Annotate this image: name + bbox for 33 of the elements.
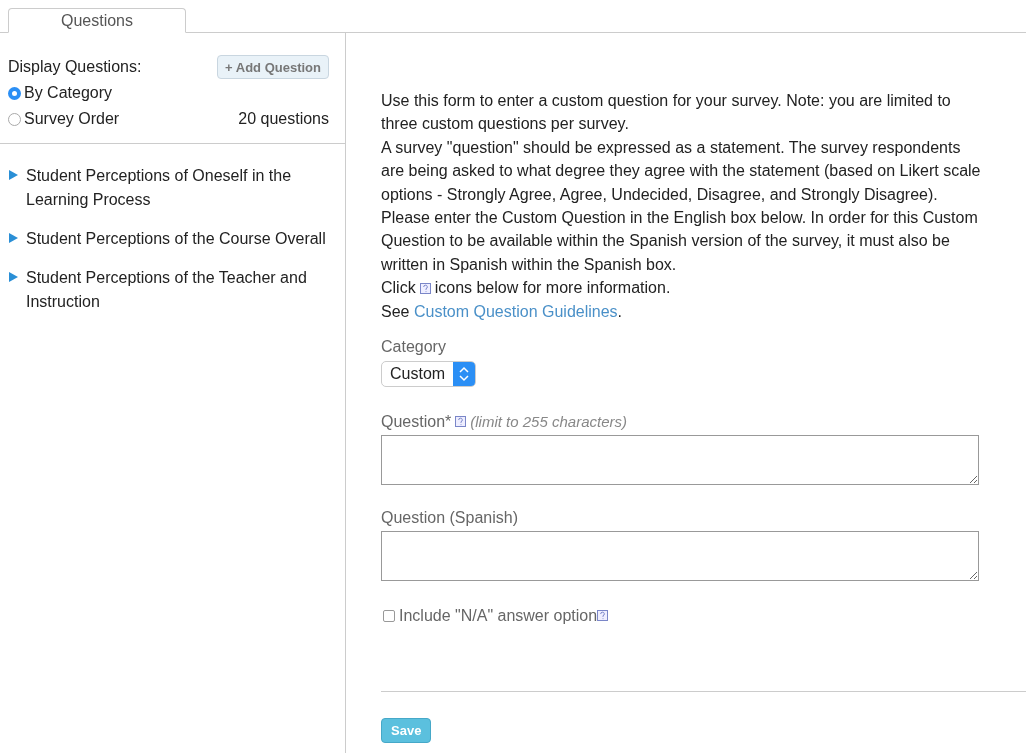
radio-button[interactable]: [8, 112, 21, 126]
category-item[interactable]: Student Perceptions of the Teacher and Instruction: [26, 266, 339, 314]
checkbox-label[interactable]: Include "N/A" answer option: [399, 606, 598, 625]
add-question-button[interactable]: + Add Question: [217, 55, 329, 79]
instruction-text: Please enter the Custom Question in the English box below. In order for this Custom Question to be available within the Spanish version of the survey, it must also be written in Spanish within the Spanish box.: [381, 208, 979, 275]
radio-button[interactable]: [8, 86, 21, 100]
help-icon[interactable]: [597, 610, 609, 622]
field-hint: (limit to 255 characters): [470, 413, 627, 431]
field-label: Category: [381, 337, 446, 355]
field-label: Question*: [381, 412, 452, 431]
field-label: Question (Spanish): [381, 508, 518, 526]
caret-right-icon[interactable]: [8, 170, 18, 180]
tab[interactable]: Questions: [8, 8, 186, 33]
display-label: Display Questions:: [8, 57, 143, 77]
help-icon[interactable]: [419, 282, 431, 294]
question-count: 20 questions: [238, 110, 329, 128]
question-field[interactable]: [381, 434, 979, 485]
spanish-question-field[interactable]: [381, 530, 979, 581]
radio-label[interactable]: By Category: [24, 81, 113, 105]
checkbox[interactable]: [383, 609, 395, 622]
caret-right-icon[interactable]: [8, 233, 18, 243]
instruction-text: A survey "question" should be expressed as a statement. The survey respondents are being asked to what degree they agree with the statement (based on Likert scale options - Strongly Agree, Agree, Undecided, Disagree, and Strongly Disagree).: [381, 137, 981, 205]
chevron-updown-icon: [453, 361, 476, 386]
radio-label[interactable]: Survey Order: [24, 107, 120, 131]
instruction-text: icons below for more information.: [434, 278, 671, 299]
category-select[interactable]: Custom: [381, 360, 477, 387]
instruction-text: Use this form to enter a custom question for your survey. Note: you are limited to three custom questions per survey.: [381, 91, 952, 135]
caret-right-icon[interactable]: [8, 272, 18, 282]
category-item[interactable]: Student Perceptions of Oneself in the Learning Process: [26, 164, 339, 212]
category-item[interactable]: Student Perceptions of the Course Overall: [26, 227, 326, 251]
help-icon[interactable]: [455, 416, 467, 428]
instruction-text: Click: [381, 278, 416, 299]
instruction-text: See Custom Question Guidelines.: [381, 302, 624, 323]
